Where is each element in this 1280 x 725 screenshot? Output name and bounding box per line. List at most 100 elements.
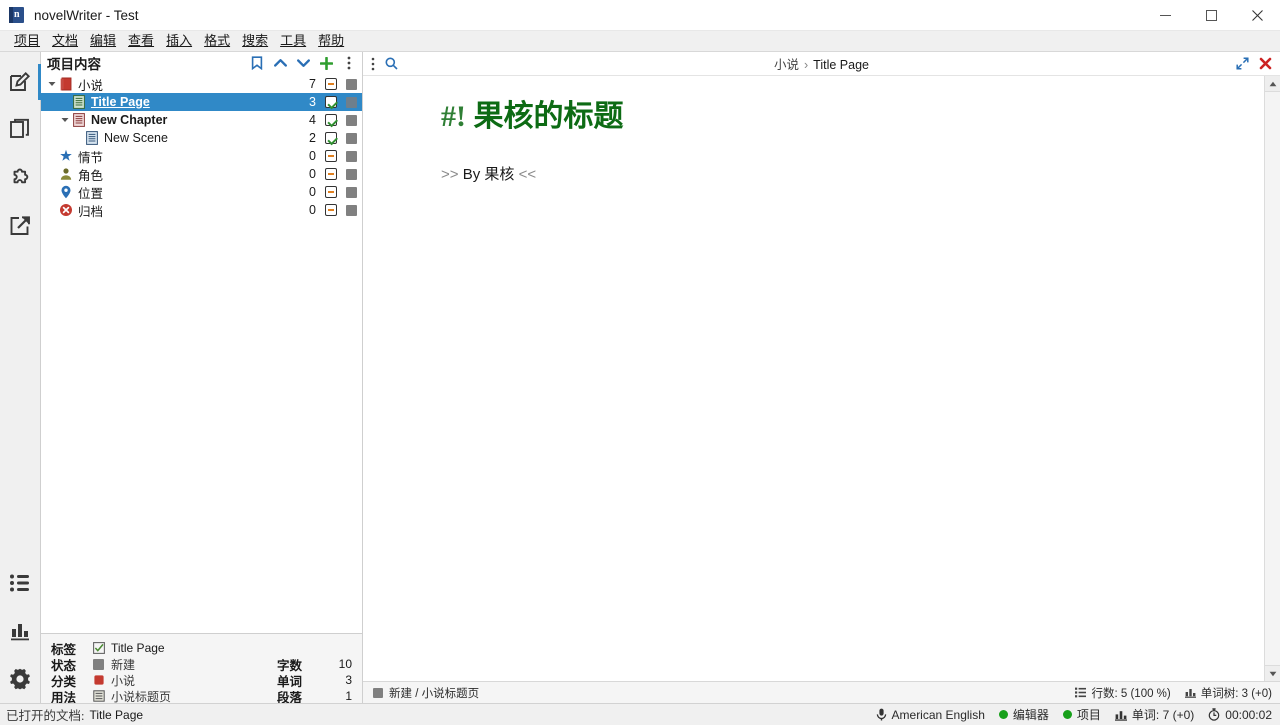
twisty-down-icon[interactable] [58, 117, 71, 123]
editor-scrollbar[interactable] [1264, 76, 1280, 681]
project-tree-header: 项目内容 [41, 52, 362, 74]
tree-row-root-novel[interactable]: 小说 7 [41, 75, 362, 93]
window-controls [1142, 0, 1280, 31]
tree-row-label: Title Page [91, 95, 150, 109]
project-tree-list[interactable]: 小说 7 Title Page 3 New Chapter 4 New Scen… [41, 74, 362, 633]
tree-row-count: 0 [309, 203, 316, 217]
bookmark-icon[interactable] [250, 56, 264, 70]
bar-chart-stats-icon [9, 620, 31, 642]
breadcrumb-root[interactable]: 小说 [774, 58, 799, 72]
window-title: novelWriter - Test [34, 7, 139, 23]
rail-export-button[interactable] [0, 202, 40, 250]
menu-bar: 项目 文档 编辑 查看 插入 格式 搜索 工具 帮助 [0, 31, 1280, 52]
tree-row-count: 0 [309, 185, 316, 199]
rail-documents-stack-button[interactable] [0, 106, 40, 154]
bar-chart-icon [1184, 687, 1196, 698]
tree-row-label: 角色 [78, 168, 104, 183]
tree-row-plot[interactable]: 情节 0 [41, 147, 362, 165]
green-dot-icon [1062, 710, 1072, 719]
editor-header-right-tools [1152, 57, 1272, 70]
scrollbar-track[interactable] [1265, 92, 1280, 665]
outline-list-icon [9, 572, 31, 594]
status-bar-right: American English 编辑器 项目 单词: 7 (+0) 00:00… [876, 706, 1272, 723]
editor-lines-count: 行数: 5 (100 %) [1075, 685, 1171, 701]
rail-stats-button[interactable] [0, 607, 40, 655]
rail-plugins-button[interactable] [0, 154, 40, 202]
close-icon[interactable] [1234, 0, 1280, 31]
tree-row-label: New Chapter [91, 113, 168, 127]
more-vertical-icon[interactable] [371, 57, 375, 71]
breadcrumb: 小说 › Title Page [491, 54, 1152, 73]
maximize-icon[interactable] [1188, 0, 1234, 31]
plus-add-icon[interactable] [319, 56, 333, 70]
edit-document-icon [8, 70, 32, 94]
editor-words-count: 单词树: 3 (+0) [1184, 685, 1272, 701]
tree-row-characters[interactable]: 角色 0 [41, 165, 362, 183]
gray-square-icon [93, 658, 111, 670]
paragraph-open-marker: >> [441, 166, 459, 183]
plot-star-icon [58, 149, 74, 163]
flag-gray-square-icon [340, 150, 362, 162]
twisty-down-icon[interactable] [45, 81, 58, 87]
tree-row-count: 4 [309, 113, 316, 127]
editor-area: #! 果核的标题 >> By 果核 << [363, 76, 1280, 681]
close-x-icon[interactable] [1259, 57, 1272, 70]
editor-footer-status: 新建 / 小说标题页 [373, 685, 1075, 701]
status-project-label: 项目 [1076, 708, 1101, 722]
tree-row-title-page[interactable]: Title Page 3 [41, 93, 362, 111]
status-editor-label: 编辑器 [1012, 708, 1049, 722]
stopwatch-icon [1208, 708, 1220, 721]
menu-document[interactable]: 文档 [46, 31, 84, 51]
microphone-language-icon [876, 708, 887, 721]
details-row-usage: 用法 小说标题页 [51, 688, 242, 705]
tree-row-new-scene[interactable]: New Scene 2 [41, 129, 362, 147]
menu-view[interactable]: 查看 [122, 31, 160, 51]
details-value: 小说 [111, 673, 136, 688]
scroll-up-arrow-icon[interactable] [1265, 76, 1280, 92]
status-dash-icon [322, 168, 340, 180]
tree-row-new-chapter[interactable]: New Chapter 4 [41, 111, 362, 129]
more-vertical-icon[interactable] [342, 56, 356, 70]
project-tree-title: 项目内容 [47, 57, 101, 72]
flag-gray-square-icon [340, 186, 362, 198]
tree-row-count: 0 [309, 167, 316, 181]
tree-row-locations[interactable]: 位置 0 [41, 183, 362, 201]
document-details-panel: 标签 Title Page 状态 新建 分类 小说 用法 小说标题页 字数 10… [41, 633, 362, 705]
scroll-down-arrow-icon[interactable] [1265, 665, 1280, 681]
main-body: 项目内容 小说 7 Title Page 3 New Chapter 4 New… [0, 52, 1280, 705]
rail-settings-button[interactable] [0, 655, 40, 703]
status-language[interactable]: American English [876, 708, 985, 722]
menu-search[interactable]: 搜索 [236, 31, 274, 51]
expand-fullscreen-icon[interactable] [1236, 57, 1249, 70]
status-dash-icon [322, 186, 340, 198]
stack-documents-icon [8, 118, 32, 142]
tree-row-archive[interactable]: 归档 0 [41, 201, 362, 219]
details-value: 小说标题页 [111, 689, 172, 704]
rail-edit-document-button[interactable] [0, 58, 41, 106]
details-value: 3 [345, 673, 352, 687]
menu-insert[interactable]: 插入 [160, 31, 198, 51]
details-left-column: 标签 Title Page 状态 新建 分类 小说 用法 小说标题页 [51, 640, 242, 705]
menu-format[interactable]: 格式 [198, 31, 236, 51]
lines-list-icon [1075, 687, 1087, 698]
file-document-icon [71, 95, 87, 109]
status-session-timer: 00:00:02 [1208, 708, 1272, 722]
chevron-down-icon[interactable] [296, 56, 310, 70]
editor-text-area[interactable]: #! 果核的标题 >> By 果核 << [363, 76, 1264, 681]
rail-outline-button[interactable] [0, 559, 40, 607]
flag-gray-square-icon [340, 168, 362, 180]
open-document-label: 已打开的文档: [6, 709, 85, 723]
tree-row-count: 7 [309, 77, 316, 91]
status-check-icon [322, 114, 340, 126]
flag-gray-square-icon [340, 114, 362, 126]
search-magnifier-icon[interactable] [385, 57, 398, 70]
chevron-up-icon[interactable] [273, 56, 287, 70]
menu-project[interactable]: 项目 [8, 31, 46, 51]
menu-tools[interactable]: 工具 [274, 31, 312, 51]
title-page-icon [93, 690, 111, 702]
menu-help[interactable]: 帮助 [312, 31, 350, 51]
status-language-text: American English [891, 707, 985, 722]
minimize-icon[interactable] [1142, 0, 1188, 31]
novelwriter-window: n novelWriter - Test 项目 文档 编辑 查看 插入 格式 搜… [0, 0, 1280, 725]
menu-edit[interactable]: 编辑 [84, 31, 122, 51]
